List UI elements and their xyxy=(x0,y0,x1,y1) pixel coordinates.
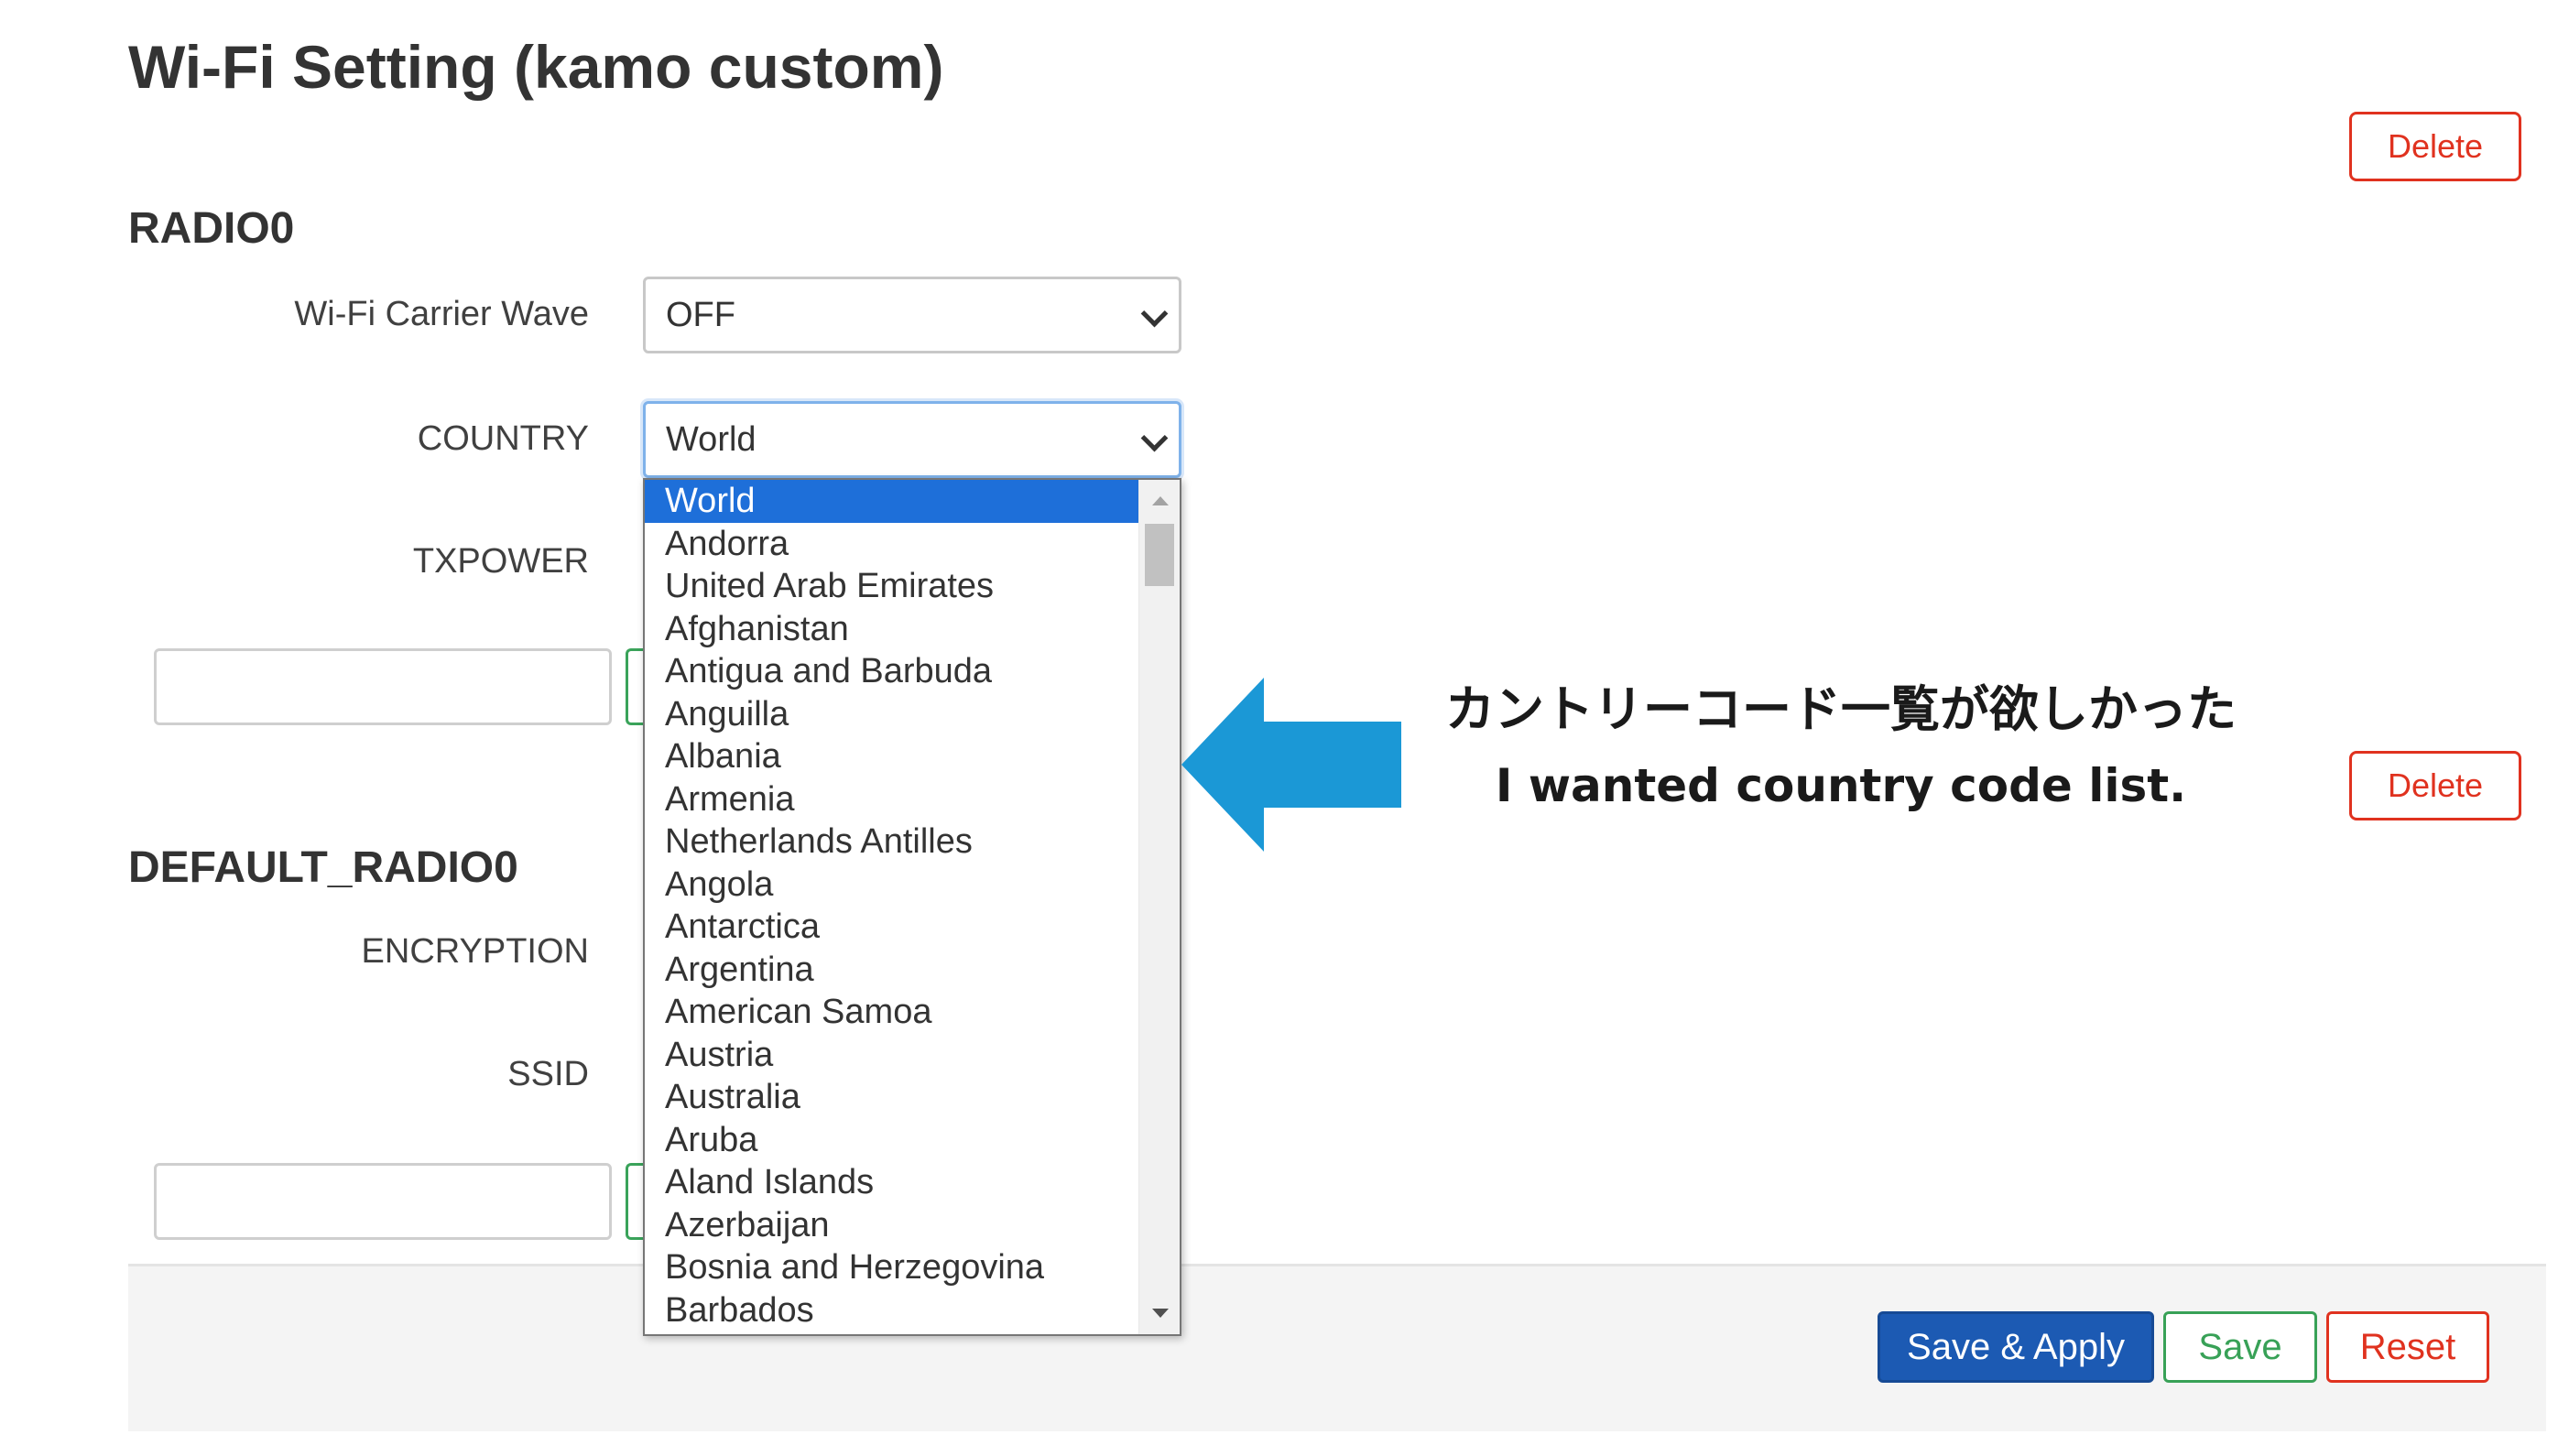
country-option[interactable]: Angola xyxy=(645,864,1139,907)
country-value: World xyxy=(666,419,757,459)
country-option[interactable]: Aland Islands xyxy=(645,1161,1139,1204)
country-option[interactable]: Argentina xyxy=(645,949,1139,992)
country-label: COUNTRY xyxy=(417,419,589,458)
save-apply-button[interactable]: Save & Apply xyxy=(1878,1311,2154,1383)
ssid-label: SSID xyxy=(507,1055,589,1093)
country-option[interactable]: Anguilla xyxy=(645,693,1139,736)
country-option[interactable]: Afghanistan xyxy=(645,608,1139,651)
delete-default-radio0-button[interactable]: Delete xyxy=(2349,751,2521,820)
page-title: Wi-Fi Setting (kamo custom) xyxy=(128,33,944,101)
reset-button[interactable]: Reset xyxy=(2326,1311,2489,1383)
country-option[interactable]: Austria xyxy=(645,1034,1139,1077)
country-option[interactable]: Antarctica xyxy=(645,906,1139,949)
section-title-default-radio0: DEFAULT_RADIO0 xyxy=(128,843,518,892)
delete-radio0-button[interactable]: Delete xyxy=(2349,112,2521,181)
annotation-japanese-text: カントリーコード一覧が欲しかった xyxy=(1445,680,2237,738)
country-option[interactable]: United Arab Emirates xyxy=(645,565,1139,608)
save-button[interactable]: Save xyxy=(2163,1311,2317,1383)
wifi-carrier-wave-select[interactable]: OFF xyxy=(643,277,1181,353)
country-option[interactable]: Armenia xyxy=(645,778,1139,821)
country-option[interactable]: Bosnia and Herzegovina xyxy=(645,1246,1139,1289)
dropdown-scrollbar[interactable] xyxy=(1138,480,1180,1334)
country-option[interactable]: Barbados xyxy=(645,1289,1139,1332)
section-title-radio0: RADIO0 xyxy=(128,204,295,253)
country-option[interactable]: Andorra xyxy=(645,523,1139,566)
country-option[interactable]: Antigua and Barbuda xyxy=(645,650,1139,693)
country-option[interactable]: Azerbaijan xyxy=(645,1204,1139,1247)
chevron-down-icon xyxy=(1140,299,1169,328)
wifi-carrier-wave-label: Wi-Fi Carrier Wave xyxy=(294,295,589,333)
country-select[interactable]: World xyxy=(643,401,1181,478)
scroll-down-arrow[interactable] xyxy=(1139,1294,1180,1334)
country-dropdown-list[interactable]: World Andorra United Arab Emirates Afghanis… xyxy=(643,478,1181,1336)
scroll-thumb[interactable] xyxy=(1145,524,1174,586)
scroll-down-icon xyxy=(1152,1309,1169,1318)
default-radio0-add-button[interactable] xyxy=(626,1163,644,1240)
chevron-down-icon xyxy=(1140,424,1169,452)
country-option[interactable]: Australia xyxy=(645,1076,1139,1119)
radio0-add-button[interactable] xyxy=(626,648,644,725)
txpower-label: TXPOWER xyxy=(412,542,589,581)
scroll-up-icon xyxy=(1152,496,1169,505)
encryption-label: ENCRYPTION xyxy=(361,932,589,971)
country-option[interactable]: Aruba xyxy=(645,1119,1139,1162)
wifi-carrier-wave-value: OFF xyxy=(666,295,735,334)
annotation-arrow-icon xyxy=(1181,678,1401,852)
country-option[interactable]: World xyxy=(645,480,1139,523)
country-options: World Andorra United Arab Emirates Afghanis… xyxy=(645,480,1139,1331)
annotation-english-text: I wanted country code list. xyxy=(1495,759,2187,812)
radio0-new-input[interactable] xyxy=(154,648,612,725)
country-option[interactable]: Netherlands Antilles xyxy=(645,820,1139,864)
country-option[interactable]: Albania xyxy=(645,735,1139,778)
default-radio0-new-input[interactable] xyxy=(154,1163,612,1240)
scroll-up-arrow[interactable] xyxy=(1139,480,1180,520)
country-option[interactable]: American Samoa xyxy=(645,991,1139,1034)
